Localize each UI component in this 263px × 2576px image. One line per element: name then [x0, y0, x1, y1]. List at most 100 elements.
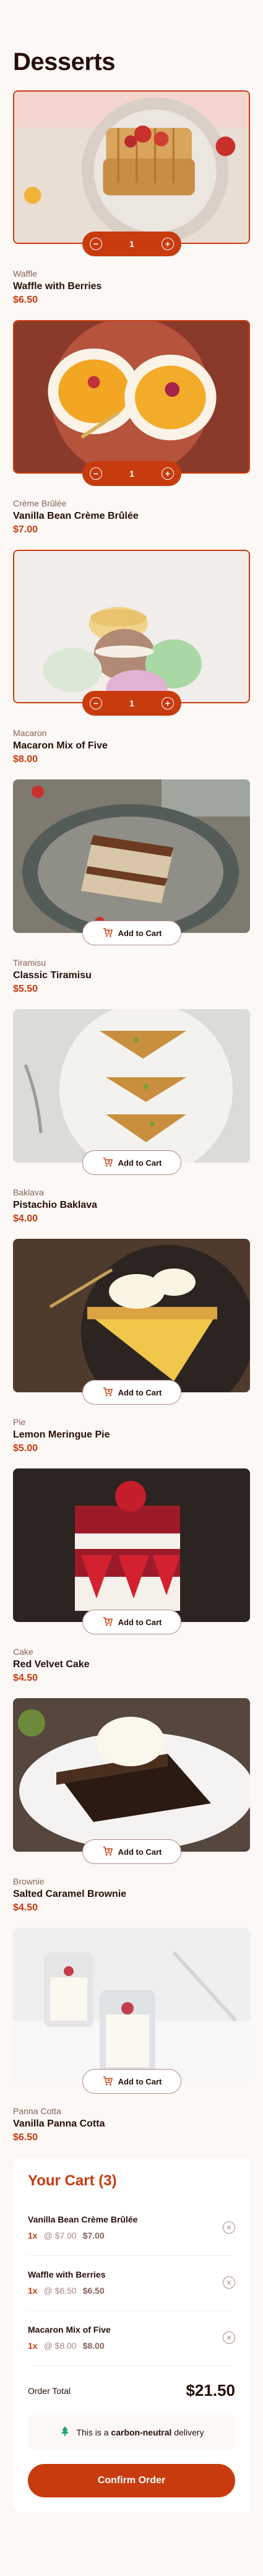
cart-title: Your Cart (3)	[28, 2172, 117, 2189]
cart-add-icon	[102, 1616, 113, 1629]
product-name: Macaron Mix of Five	[13, 740, 108, 751]
quantity-stepper: − 1 +	[82, 691, 181, 716]
product-image	[13, 1239, 250, 1392]
product-card: Add to Cart Baklava Pistachio Baklava $4.00	[13, 1009, 250, 1239]
increment-icon[interactable]: +	[161, 697, 174, 709]
add-to-cart-button[interactable]: Add to Cart	[82, 1150, 181, 1175]
cart-item: Waffle with Berries 1x @ $6.50 $6.50 ✕	[28, 2256, 235, 2311]
cart-add-icon	[102, 1845, 113, 1858]
waffle-photo	[14, 92, 249, 243]
cart-item-unit-price: @ $8.00	[43, 2341, 77, 2351]
creme-brulee-photo	[14, 321, 249, 472]
decrement-icon[interactable]: −	[90, 238, 102, 250]
add-to-cart-label: Add to Cart	[118, 1158, 162, 1168]
add-to-cart-button[interactable]: Add to Cart	[82, 1380, 181, 1405]
product-image	[13, 779, 250, 933]
increment-icon[interactable]: +	[161, 238, 174, 250]
product-image	[13, 320, 250, 474]
cart-add-icon	[102, 2075, 113, 2088]
product-category: Brownie	[13, 1876, 45, 1886]
decrement-icon[interactable]: −	[90, 697, 102, 709]
product-category: Tiramisu	[13, 958, 46, 968]
product-category: Cake	[13, 1647, 33, 1657]
quantity-value: 1	[129, 239, 134, 249]
carbon-neutral-note: This is a carbon-neutral delivery	[28, 2415, 235, 2449]
cart-item-info: Macaron Mix of Five 1x @ $8.00 $8.00	[28, 2325, 111, 2351]
product-category: Baklava	[13, 1187, 44, 1197]
cart-panel: Your Cart (3) Vanilla Bean Crème Brûlée 1…	[13, 2158, 250, 2512]
product-name: Vanilla Panna Cotta	[13, 2118, 105, 2129]
product-name: Lemon Meringue Pie	[13, 1429, 110, 1440]
product-list: − 1 + Waffle Waffle with Berries $6.50 − 1 + Crèm…	[13, 90, 250, 2158]
cart-item: Vanilla Bean Crème Brûlée 1x @ $7.00 $7.00 ✕	[28, 2201, 235, 2256]
cart-item-line: 1x @ $6.50 $6.50	[28, 2286, 106, 2296]
product-name: Classic Tiramisu	[13, 970, 92, 981]
cart-add-icon	[102, 1156, 113, 1169]
increment-icon[interactable]: +	[161, 467, 174, 480]
add-to-cart-label: Add to Cart	[118, 2076, 162, 2086]
product-price: $4.50	[13, 1902, 38, 1913]
cart-item-info: Vanilla Bean Crème Brûlée 1x @ $7.00 $7.00	[28, 2214, 137, 2240]
cart-add-icon	[102, 1386, 113, 1399]
product-meta: Cake Red Velvet Cake $4.50	[13, 1647, 90, 1684]
product-image	[13, 1468, 250, 1622]
brownie-photo	[13, 1698, 250, 1852]
cart-items: Vanilla Bean Crème Brûlée 1x @ $7.00 $7.00 ✕…	[28, 2201, 235, 2366]
remove-item-icon[interactable]: ✕	[223, 2221, 235, 2234]
quantity-value: 1	[129, 469, 134, 479]
cart-item-qty: 1x	[28, 2341, 38, 2351]
cart-item-name: Vanilla Bean Crème Brûlée	[28, 2214, 138, 2224]
product-price: $5.50	[13, 984, 38, 994]
product-meta: Macaron Macaron Mix of Five $8.00	[13, 728, 108, 765]
product-card: Add to Cart Cake Red Velvet Cake $4.50	[13, 1468, 250, 1698]
add-to-cart-label: Add to Cart	[118, 1847, 162, 1857]
product-category: Macaron	[13, 728, 47, 738]
product-price: $6.50	[13, 2132, 38, 2143]
carbon-suffix: delivery	[174, 2427, 204, 2437]
remove-item-icon[interactable]: ✕	[223, 2331, 235, 2344]
cart-item-unit-price: @ $6.50	[43, 2286, 77, 2296]
carbon-bold: carbon-neutral	[111, 2427, 172, 2437]
cart-item-unit-price: @ $7.00	[43, 2231, 77, 2240]
cart-item-qty: 1x	[28, 2231, 38, 2240]
remove-item-icon[interactable]: ✕	[223, 2276, 235, 2289]
product-price: $7.00	[13, 524, 38, 535]
panna-cotta-photo	[13, 1928, 250, 2081]
product-category: Panna Cotta	[13, 2106, 61, 2116]
add-to-cart-button[interactable]: Add to Cart	[82, 921, 181, 945]
add-to-cart-button[interactable]: Add to Cart	[82, 1610, 181, 1634]
tree-icon	[59, 2425, 71, 2439]
quantity-stepper: − 1 +	[82, 461, 181, 486]
cart-add-icon	[102, 927, 113, 940]
cart-item-subtotal: $7.00	[82, 2231, 105, 2240]
product-card: − 1 + Waffle Waffle with Berries $6.50	[13, 90, 250, 320]
product-category: Waffle	[13, 269, 37, 279]
cart-item: Macaron Mix of Five 1x @ $8.00 $8.00 ✕	[28, 2311, 235, 2366]
product-price: $8.00	[13, 754, 38, 765]
product-image	[13, 90, 250, 244]
product-image	[13, 550, 250, 703]
page-title: Desserts	[13, 48, 116, 76]
product-card: − 1 + Crème Brûlée Vanilla Bean Crème Brûlée…	[13, 320, 250, 550]
carbon-prefix: This is a	[76, 2427, 109, 2437]
product-meta: Pie Lemon Meringue Pie $5.00	[13, 1417, 110, 1454]
macaron-photo	[14, 551, 249, 702]
product-name: Red Velvet Cake	[13, 1659, 90, 1670]
product-meta: Brownie Salted Caramel Brownie $4.50	[13, 1876, 126, 1914]
product-price: $4.50	[13, 1673, 38, 1683]
product-meta: Tiramisu Classic Tiramisu $5.50	[13, 958, 92, 995]
decrement-icon[interactable]: −	[90, 467, 102, 480]
carbon-text: This is a carbon-neutral delivery	[76, 2427, 204, 2437]
confirm-order-button[interactable]: Confirm Order	[28, 2464, 235, 2497]
product-card: − 1 + Macaron Macaron Mix of Five $8.00	[13, 550, 250, 779]
add-to-cart-label: Add to Cart	[118, 928, 162, 938]
product-meta: Panna Cotta Vanilla Panna Cotta $6.50	[13, 2106, 105, 2143]
add-to-cart-button[interactable]: Add to Cart	[82, 1839, 181, 1864]
product-card: Add to Cart Brownie Salted Caramel Brownie…	[13, 1698, 250, 1928]
cart-item-info: Waffle with Berries 1x @ $6.50 $6.50	[28, 2270, 106, 2296]
product-image	[13, 1928, 250, 2081]
product-category: Pie	[13, 1417, 26, 1427]
pie-photo	[13, 1239, 250, 1392]
product-card: Add to Cart Tiramisu Classic Tiramisu $5.50	[13, 779, 250, 1009]
add-to-cart-button[interactable]: Add to Cart	[82, 2069, 181, 2094]
